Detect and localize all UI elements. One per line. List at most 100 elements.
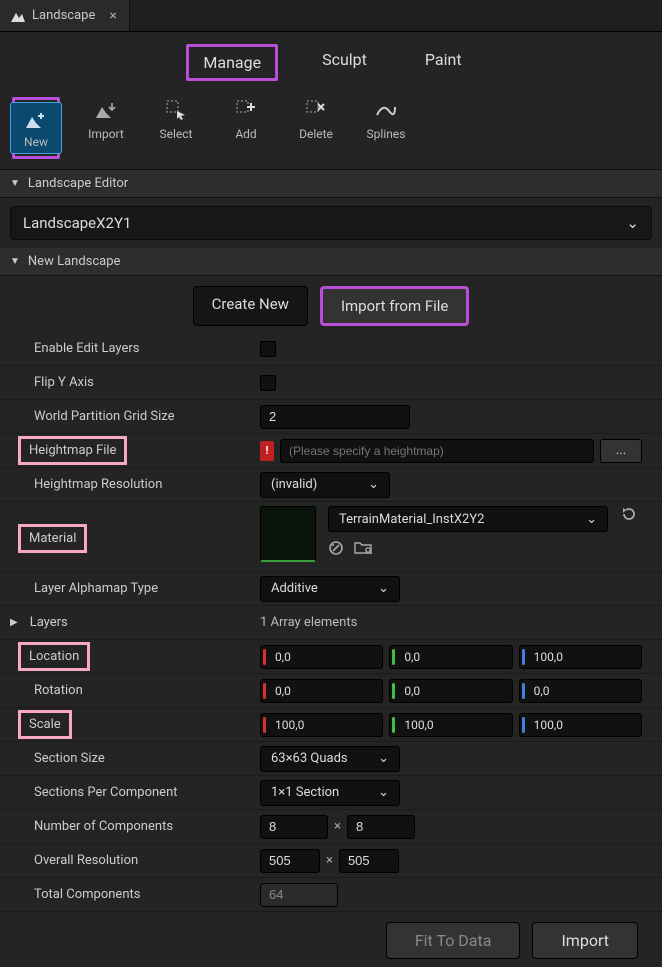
label-enable-edit-layers: Enable Edit Layers xyxy=(0,341,260,356)
landscape-icon xyxy=(10,9,26,23)
use-selected-icon[interactable] xyxy=(328,540,344,556)
mode-row: Manage Sculpt Paint xyxy=(0,32,662,89)
input-rotation-y[interactable]: 0,0 xyxy=(389,679,512,703)
tool-row: New Import Select Add Delete Splines xyxy=(0,89,662,170)
fit-to-data-button[interactable]: Fit To Data xyxy=(386,922,521,959)
label-heightmap-res: Heightmap Resolution xyxy=(0,477,260,492)
tool-import[interactable]: Import xyxy=(82,97,130,159)
label-wp-grid: World Partition Grid Size xyxy=(0,409,260,424)
chevron-down-icon: ⌄ xyxy=(378,751,389,766)
input-rotation-z[interactable]: 0,0 xyxy=(519,679,642,703)
dropdown-heightmap-res-value: (invalid) xyxy=(271,477,317,492)
chevron-down-icon: ⌄ xyxy=(368,477,379,492)
label-scale: Scale xyxy=(18,710,72,739)
tool-import-label: Import xyxy=(88,127,124,141)
input-scale-x[interactable]: 100,0 xyxy=(260,713,383,737)
tab-title: Landscape xyxy=(32,8,95,23)
bottom-row: Fit To Data Import xyxy=(0,912,662,967)
input-rotation-x[interactable]: 0,0 xyxy=(260,679,383,703)
value-layers: 1 Array elements xyxy=(260,615,357,630)
input-num-comp-y[interactable] xyxy=(347,815,415,839)
label-num-comp: Number of Components xyxy=(0,819,260,834)
section-body-editor: LandscapeX2Y1 ⌄ xyxy=(0,198,662,248)
chevron-right-icon[interactable]: ▶ xyxy=(10,617,24,628)
import-button[interactable]: Import xyxy=(532,922,638,959)
import-icon xyxy=(91,97,121,123)
input-wp-grid[interactable] xyxy=(260,405,410,429)
tool-delete-label: Delete xyxy=(299,127,333,141)
tool-add-label: Add xyxy=(235,127,256,141)
tab-bar: Landscape × xyxy=(0,0,662,32)
dropdown-section-size-value: 63×63 Quads xyxy=(271,751,348,766)
mode-paint[interactable]: Paint xyxy=(411,44,476,81)
section-header-editor[interactable]: ▼ Landscape Editor xyxy=(0,170,662,198)
label-layers: Layers xyxy=(30,615,68,630)
dropdown-section-size[interactable]: 63×63 Quads ⌄ xyxy=(260,746,400,772)
checkbox-enable-edit-layers[interactable] xyxy=(260,341,276,357)
input-total-comp xyxy=(260,883,338,907)
multiply-icon: × xyxy=(326,853,333,868)
tool-splines[interactable]: Splines xyxy=(362,97,410,159)
reset-icon[interactable] xyxy=(620,506,642,522)
landscape-dropdown-value: LandscapeX2Y1 xyxy=(23,214,131,232)
add-icon xyxy=(231,97,261,123)
dropdown-sections-per-value: 1×1 Section xyxy=(271,785,339,800)
tab-landscape[interactable]: Landscape × xyxy=(0,0,130,31)
label-overall-res: Overall Resolution xyxy=(0,853,260,868)
label-sections-per: Sections Per Component xyxy=(0,785,260,800)
label-total-comp: Total Components xyxy=(0,887,260,902)
label-location: Location xyxy=(18,642,90,671)
dropdown-heightmap-res[interactable]: (invalid) ⌄ xyxy=(260,472,390,498)
input-scale-z[interactable]: 100,0 xyxy=(519,713,642,737)
tool-new-label: New xyxy=(24,135,48,149)
section-title-editor: Landscape Editor xyxy=(28,176,128,191)
section-header-new[interactable]: ▼ New Landscape xyxy=(0,248,662,276)
dropdown-layer-alphamap[interactable]: Additive ⌄ xyxy=(260,576,400,602)
chevron-down-icon: ▼ xyxy=(10,256,20,267)
close-icon[interactable]: × xyxy=(107,8,118,24)
input-location-x[interactable]: 0,0 xyxy=(260,645,383,669)
tool-select-label: Select xyxy=(160,127,193,141)
chevron-down-icon: ⌄ xyxy=(378,581,389,596)
dropdown-layer-alphamap-value: Additive xyxy=(271,581,318,596)
multiply-icon: × xyxy=(334,819,341,834)
section-body-new: Create New Import from File Enable Edit … xyxy=(0,276,662,967)
dropdown-material-value: TerrainMaterial_InstX2Y2 xyxy=(339,512,484,527)
input-location-z[interactable]: 100,0 xyxy=(519,645,642,669)
material-thumbnail[interactable] xyxy=(260,506,316,562)
tool-select[interactable]: Select xyxy=(152,97,200,159)
chevron-down-icon: ▼ xyxy=(10,178,20,189)
input-num-comp-x[interactable] xyxy=(260,815,328,839)
delete-icon xyxy=(301,97,331,123)
mode-sculpt[interactable]: Sculpt xyxy=(308,44,381,81)
tool-new[interactable]: New xyxy=(12,97,60,159)
chevron-down-icon: ⌄ xyxy=(586,512,597,527)
new-icon xyxy=(21,107,51,133)
input-location-y[interactable]: 0,0 xyxy=(389,645,512,669)
checkbox-flip-y[interactable] xyxy=(260,375,276,391)
section-title-new: New Landscape xyxy=(28,254,121,269)
label-layer-alphamap: Layer Alphamap Type xyxy=(0,581,260,596)
input-scale-y[interactable]: 100,0 xyxy=(389,713,512,737)
landscape-dropdown[interactable]: LandscapeX2Y1 ⌄ xyxy=(10,206,652,240)
tool-add[interactable]: Add xyxy=(222,97,270,159)
tool-delete[interactable]: Delete xyxy=(292,97,340,159)
dropdown-material[interactable]: TerrainMaterial_InstX2Y2 ⌄ xyxy=(328,506,608,532)
dropdown-sections-per[interactable]: 1×1 Section ⌄ xyxy=(260,780,400,806)
input-overall-y[interactable] xyxy=(339,849,399,873)
browse-asset-icon[interactable] xyxy=(354,540,372,556)
splines-icon xyxy=(371,97,401,123)
browse-button[interactable]: ... xyxy=(600,439,642,463)
input-overall-x[interactable] xyxy=(260,849,320,873)
mode-manage[interactable]: Manage xyxy=(186,44,278,81)
create-new-button[interactable]: Create New xyxy=(193,286,308,326)
input-heightmap-file[interactable] xyxy=(280,439,594,463)
create-import-row: Create New Import from File xyxy=(0,276,662,332)
label-material: Material xyxy=(18,524,87,553)
warning-icon: ! xyxy=(260,441,274,461)
select-icon xyxy=(161,97,191,123)
chevron-down-icon: ⌄ xyxy=(378,785,389,800)
label-rotation: Rotation xyxy=(0,683,260,698)
import-from-file-button[interactable]: Import from File xyxy=(320,286,469,326)
chevron-down-icon: ⌄ xyxy=(626,214,639,232)
